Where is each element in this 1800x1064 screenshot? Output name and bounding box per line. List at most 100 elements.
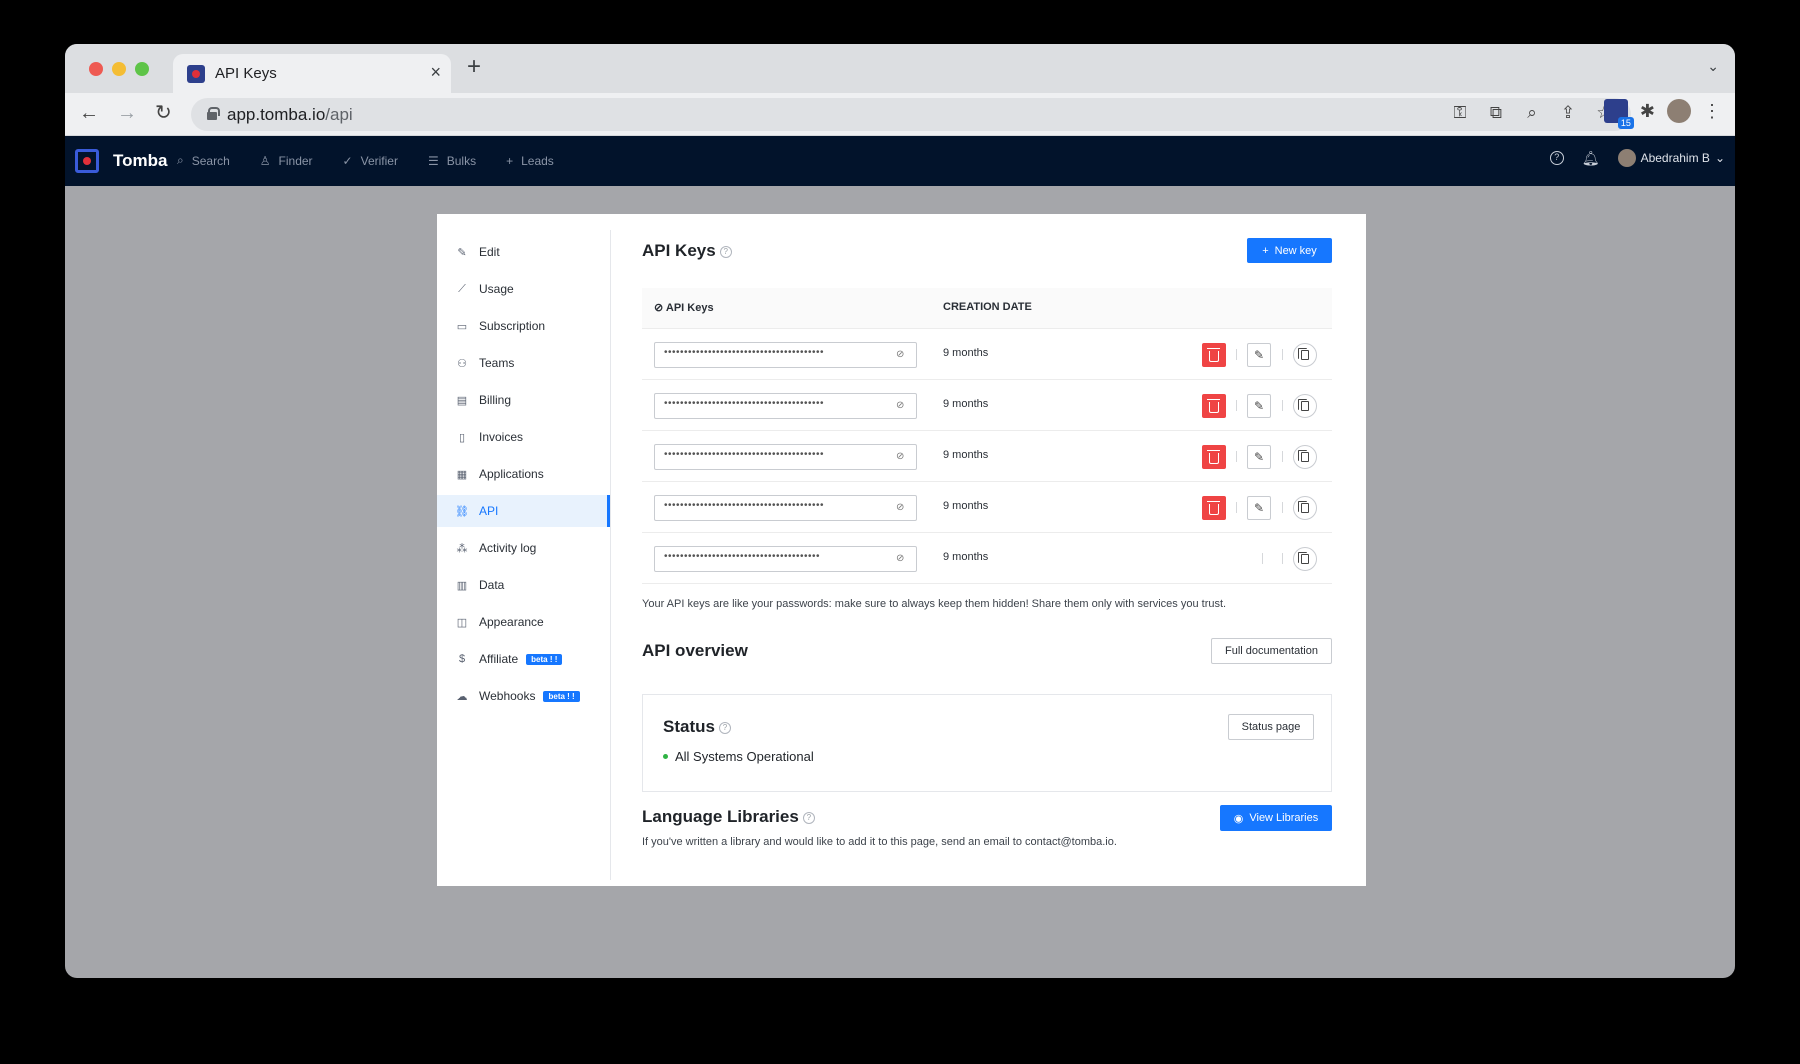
page-title: API Keys? bbox=[642, 241, 732, 261]
edit-key-button[interactable]: ✎ bbox=[1247, 496, 1271, 520]
bell-icon[interactable]: 🔔︎ bbox=[1582, 150, 1600, 167]
maximize-window-button[interactable] bbox=[135, 62, 149, 76]
copy-icon bbox=[1298, 552, 1309, 564]
help-icon[interactable]: ? bbox=[718, 721, 731, 734]
nav-leads[interactable]: + Leads bbox=[506, 153, 554, 168]
eye-off-icon[interactable]: ⊘ bbox=[896, 349, 908, 361]
nav-finder[interactable]: ♙ Finder bbox=[260, 153, 313, 168]
close-window-button[interactable] bbox=[89, 62, 103, 76]
nav-verifier[interactable]: ✓ Verifier bbox=[343, 153, 398, 168]
open-external-icon[interactable]: ⧉ bbox=[1485, 103, 1507, 123]
delete-key-button[interactable] bbox=[1202, 394, 1226, 418]
user-name: Abedrahim B bbox=[1640, 151, 1710, 165]
api-key-field[interactable]: ••••••••••••••••••••••••••••••••••••••••… bbox=[654, 444, 917, 470]
api-key-field[interactable]: ••••••••••••••••••••••••••••••••••••••••… bbox=[654, 393, 917, 419]
edit-key-button[interactable]: ✎ bbox=[1247, 343, 1271, 367]
copy-key-button[interactable] bbox=[1293, 547, 1317, 571]
chart-icon: ⟋ bbox=[458, 282, 466, 295]
pencil-icon: ✎ bbox=[1253, 348, 1265, 362]
delete-key-button[interactable] bbox=[1202, 343, 1226, 367]
help-icon[interactable]: ? bbox=[719, 245, 732, 258]
api-key-field[interactable]: ••••••••••••••••••••••••••••••••••••••• ⊘ bbox=[654, 546, 917, 572]
user-menu[interactable]: Abedrahim B ⌄ bbox=[1617, 149, 1725, 167]
help-icon[interactable]: ? bbox=[802, 811, 815, 824]
eye-off-icon[interactable]: ⊘ bbox=[896, 502, 908, 514]
team-icon: ⚇ bbox=[457, 357, 467, 370]
url-field[interactable]: app.tomba.io/api ⚿ ⧉ ⌕ ⇪ ☆ bbox=[191, 98, 1631, 131]
language-libraries-title: Language Libraries? bbox=[642, 807, 815, 827]
sidebar-item-activity-log[interactable]: ⁂ Activity log bbox=[437, 532, 610, 564]
copy-key-button[interactable] bbox=[1293, 496, 1317, 520]
sidebar-item-usage[interactable]: ⟋ Usage bbox=[437, 273, 610, 305]
copy-key-button[interactable] bbox=[1293, 445, 1317, 469]
new-tab-button[interactable]: + bbox=[467, 55, 481, 79]
eye-icon: ◉ bbox=[1233, 812, 1244, 825]
eye-off-icon[interactable]: ⊘ bbox=[896, 451, 908, 463]
back-arrow-icon[interactable]: ← bbox=[79, 101, 99, 125]
edit-key-button[interactable]: ✎ bbox=[1247, 445, 1271, 469]
eye-off-icon[interactable]: ⊘ bbox=[896, 553, 908, 565]
browser-menu-icon[interactable]: ⋮ bbox=[1703, 101, 1721, 122]
tomba-extension-icon[interactable]: 15 bbox=[1603, 99, 1634, 129]
browser-tab-active[interactable]: API Keys × bbox=[173, 54, 451, 93]
nav-bulks[interactable]: ☰ Bulks bbox=[428, 153, 476, 168]
sidebar-item-subscription[interactable]: ▭ Subscription bbox=[437, 310, 610, 342]
zoom-icon[interactable]: ⌕ bbox=[1521, 103, 1543, 123]
lock-icon[interactable] bbox=[207, 107, 220, 120]
sidebar-item-webhooks[interactable]: ☁ Webhooks beta ! ! bbox=[437, 680, 610, 712]
reload-icon[interactable]: ↻ bbox=[155, 101, 172, 125]
delete-key-button[interactable] bbox=[1202, 496, 1226, 520]
beta-badge: beta ! ! bbox=[543, 690, 580, 702]
view-libraries-button[interactable]: ◉ View Libraries bbox=[1220, 805, 1332, 831]
sidebar-item-invoices[interactable]: ▯ Invoices bbox=[437, 421, 610, 453]
eye-off-icon[interactable]: ⊘ bbox=[896, 400, 908, 412]
sidebar-item-affiliate[interactable]: $ Affiliate beta ! ! bbox=[437, 643, 610, 675]
sidebar-item-edit[interactable]: ✎ Edit bbox=[437, 236, 610, 268]
table-row: ••••••••••••••••••••••••••••••••••••••••… bbox=[642, 329, 1332, 380]
divider bbox=[1262, 553, 1263, 564]
tomba-logo-icon[interactable] bbox=[75, 149, 99, 173]
sidebar-item-appearance[interactable]: ◫ Appearance bbox=[437, 606, 610, 638]
table-row: ••••••••••••••••••••••••••••••••••••••••… bbox=[642, 482, 1332, 533]
sidebar-item-api[interactable]: ⛓ API bbox=[437, 495, 610, 527]
new-key-button[interactable]: + New key bbox=[1247, 238, 1332, 263]
api-key-field[interactable]: ••••••••••••••••••••••••••••••••••••••••… bbox=[654, 342, 917, 368]
table-row: ••••••••••••••••••••••••••••••••••••••••… bbox=[642, 380, 1332, 431]
sidebar-item-billing[interactable]: ▤ Billing bbox=[437, 384, 610, 416]
copy-key-button[interactable] bbox=[1293, 343, 1317, 367]
search-icon: ⌕ bbox=[177, 153, 184, 167]
copy-key-button[interactable] bbox=[1293, 394, 1317, 418]
sidebar-item-applications[interactable]: ▦ Applications bbox=[437, 458, 610, 490]
browser-profile-avatar[interactable] bbox=[1667, 99, 1691, 123]
tab-search-chevron-icon[interactable]: ⌄ bbox=[1707, 58, 1719, 75]
status-page-button[interactable]: Status page bbox=[1228, 714, 1314, 740]
nav-search[interactable]: ⌕ Search bbox=[177, 153, 230, 168]
settings-card: ✎ Edit ⟋ Usage ▭ Subscription ⚇ Teams ▤ Billi… bbox=[437, 214, 1366, 886]
layout-icon: ◫ bbox=[456, 616, 468, 629]
help-icon[interactable]: ? bbox=[1549, 151, 1564, 165]
trash-icon bbox=[1207, 449, 1220, 464]
api-keys-table-header: ⊘ API Keys CREATION DATE bbox=[642, 288, 1332, 329]
divider bbox=[1236, 349, 1237, 360]
minimize-window-button[interactable] bbox=[112, 62, 126, 76]
key-icon[interactable]: ⚿ bbox=[1449, 103, 1471, 123]
tomba-favicon-icon bbox=[187, 65, 205, 83]
table-row: ••••••••••••••••••••••••••••••••••••••• ⊘… bbox=[642, 533, 1332, 584]
link-icon: ⛓ bbox=[455, 505, 469, 518]
status-title: Status? bbox=[663, 717, 731, 737]
delete-key-button[interactable] bbox=[1202, 445, 1226, 469]
brand-name[interactable]: Tomba bbox=[113, 151, 167, 171]
extensions-puzzle-icon[interactable]: ✱ bbox=[1640, 101, 1655, 122]
browser-window: API Keys × + ⌄ ← → ↻ app.tomba.io/api ⚿ … bbox=[65, 44, 1735, 978]
sidebar-item-data[interactable]: ▥ Data bbox=[437, 569, 610, 601]
tab-close-icon[interactable]: × bbox=[430, 62, 441, 83]
api-key-field[interactable]: ••••••••••••••••••••••••••••••••••••••••… bbox=[654, 495, 917, 521]
edit-key-button[interactable]: ✎ bbox=[1247, 394, 1271, 418]
share-icon[interactable]: ⇪ bbox=[1557, 103, 1579, 123]
sidebar-item-teams[interactable]: ⚇ Teams bbox=[437, 347, 610, 379]
beta-badge: beta ! ! bbox=[526, 653, 563, 665]
full-documentation-button[interactable]: Full documentation bbox=[1211, 638, 1332, 664]
trash-icon bbox=[1207, 500, 1220, 515]
forward-arrow-icon[interactable]: → bbox=[117, 101, 137, 125]
pencil-icon: ✎ bbox=[1253, 501, 1265, 515]
